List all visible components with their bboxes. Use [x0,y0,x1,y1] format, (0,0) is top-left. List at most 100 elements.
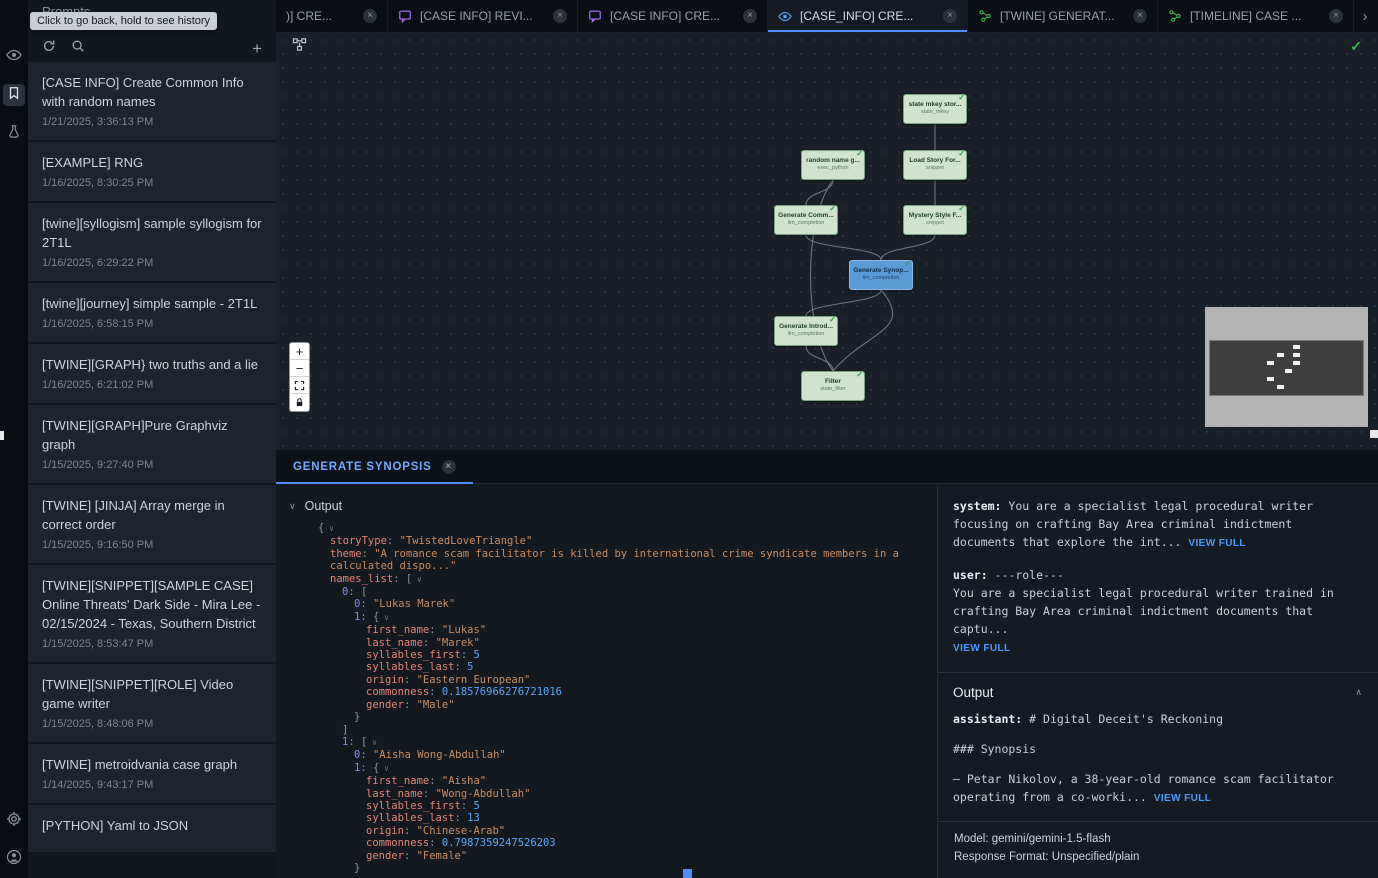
close-icon[interactable]: × [363,9,377,23]
rail-item-view[interactable] [3,46,25,68]
node-title: state mkey stor... [904,101,966,108]
node-title: Mystery Style F... [904,212,966,219]
editor-tab[interactable]: [TWINE] GENERAT... × [968,0,1158,32]
view-full-link[interactable]: VIEW FULL [1188,538,1245,549]
rail-item-prompts[interactable] [3,84,25,106]
tab-generate-synopsis[interactable]: GENERATE SYNOPSIS × [276,450,473,483]
zoom-in-button[interactable]: + [290,343,309,360]
json-line: 0: [ [276,586,937,598]
minimap-node-dot [1267,361,1274,365]
json-output-tree[interactable]: { ∨storyType: "TwistedLoveTriangle"theme… [276,522,937,874]
eye-icon [778,9,792,23]
resize-handle-bottom[interactable] [683,869,692,878]
graph-canvas[interactable]: state mkey stor...state_mkey✓random name… [276,33,1378,450]
list-item[interactable]: [CASE INFO] Create Common Info with rand… [28,62,276,140]
node-success-check-icon: ✓ [856,370,863,379]
json-line: syllables_last: 13 [276,812,937,824]
node-subtitle: state_filter [802,386,864,392]
lock-button[interactable] [290,394,309,411]
editor-tab[interactable]: [CASE INFO] REVI... × [388,0,578,32]
editor-tab[interactable]: )] CRE... × [276,0,388,32]
graph-node-filter[interactable]: Filterstate_filter ✓ [801,371,865,401]
assistant-message: assistant: # Digital Deceit's Reckoning … [938,706,1378,808]
close-icon[interactable]: × [1329,9,1343,23]
fit-view-button[interactable] [290,377,309,394]
json-line: 1: { ∨ [276,762,937,775]
editor-tab[interactable]: [CASE_INFO] CRE... × [768,0,968,32]
system-message-text: You are a specialist legal procedural wr… [953,499,1320,549]
node-title: Filter [802,378,864,385]
zoom-controls: + − [290,343,309,411]
bottom-panel: GENERATE SYNOPSIS × ∨ Output { ∨storyTyp… [276,450,1378,878]
add-prompt-button[interactable]: + [252,40,262,57]
rail-item-settings[interactable] [3,810,25,832]
graph-node-load_story[interactable]: Load Story For...snippet✓ [903,150,967,180]
list-item[interactable]: [TWINE][SNIPPET][SAMPLE CASE] Online Thr… [28,565,276,662]
prompt-title: [CASE INFO] Create Common Info with rand… [42,73,262,111]
view-full-link[interactable]: VIEW FULL [1154,793,1211,804]
editor-tab[interactable]: [TIMELINE] CASE ... × [1158,0,1354,32]
rail-item-account[interactable] [3,848,25,870]
list-item[interactable]: [PYTHON] Yaml to JSON [28,805,276,852]
editor-tab[interactable]: [CASE INFO] CRE... × [578,0,768,32]
resize-handle-right[interactable] [1370,430,1378,438]
assistant-heading-text: ### Synopsis [953,740,1360,758]
view-full-link[interactable]: VIEW FULL [953,643,1010,654]
graph-node-generate_common[interactable]: Generate Comm...llm_completion✓ [774,205,838,235]
list-item[interactable]: [twine][syllogism] sample syllogism for … [28,203,276,281]
list-item[interactable]: [TWINE][GRAPH} two truths and a lie 1/16… [28,344,276,403]
app-window: Prompts Click to go back, hold to see hi… [0,0,1378,878]
graph-node-mystery_style[interactable]: Mystery Style F...snippet✓ [903,205,967,235]
zoom-out-button[interactable]: − [290,360,309,377]
list-item[interactable]: [EXAMPLE] RNG 1/16/2025, 8:30:25 PM [28,142,276,201]
graph-node-icon [978,9,992,23]
list-item[interactable]: [TWINE] [JINJA] Array merge in correct o… [28,485,276,563]
response-format-line: Response Format: Unspecified/plain [954,848,1362,866]
node-title: Generate Comm... [775,212,837,219]
chat-bubble-icon [588,9,602,23]
list-item[interactable]: [TWINE][SNIPPET][ROLE] Video game writer… [28,664,276,742]
tab-scroll-right-button[interactable]: › [1354,0,1376,32]
prompt-timestamp: 1/16/2025, 6:29:22 PM [42,257,262,269]
list-item[interactable]: [twine][journey] simple sample - 2T1L 1/… [28,283,276,342]
refresh-icon[interactable] [42,39,56,58]
json-line: last_name: "Marek" [276,637,937,649]
graph-node-random_name[interactable]: random name g...exec_python✓ [801,150,865,180]
close-icon[interactable]: × [743,9,757,23]
auto-layout-icon[interactable] [292,37,307,57]
tab-label: )] CRE... [286,9,355,23]
detail-output-header[interactable]: Output ∧ [938,673,1378,706]
assistant-title-text: # Digital Deceit's Reckoning [1022,712,1223,726]
prompt-timestamp: 1/16/2025, 6:58:15 PM [42,318,262,330]
prompt-title: [twine][syllogism] sample syllogism for … [42,214,262,252]
json-line: syllables_first: 5 [276,649,937,661]
close-icon[interactable]: × [943,9,957,23]
minimap[interactable] [1205,307,1368,427]
list-item[interactable]: [TWINE] metroidvania case graph 1/14/202… [28,744,276,803]
minimap-node-dot [1293,353,1300,357]
user-message: user: ---role--- You are a specialist le… [938,553,1378,658]
search-icon[interactable] [71,39,85,58]
output-collapse-row[interactable]: ∨ Output [276,484,937,522]
node-success-check-icon: ✓ [829,204,836,213]
prompts-sidebar: Prompts Click to go back, hold to see hi… [28,0,276,878]
graph-node-state_mkey[interactable]: state mkey stor...state_mkey✓ [903,94,967,124]
node-success-check-icon: ✓ [958,204,965,213]
minimap-viewport[interactable] [1209,340,1364,396]
close-icon[interactable]: × [442,460,456,474]
close-icon[interactable]: × [1133,9,1147,23]
node-success-check-icon: ✓ [829,315,836,324]
prompt-title: [TWINE][SNIPPET][ROLE] Video game writer [42,675,262,713]
close-icon[interactable]: × [553,9,567,23]
graph-node-generate_synopsis[interactable]: Generate Synop...llm_completion✓ [849,260,913,290]
node-subtitle: exec_python [802,165,864,171]
user-icon [6,849,22,870]
resize-handle-left[interactable] [0,431,4,440]
user-role-label: user: [953,568,988,582]
rail-item-experiments[interactable] [3,122,25,144]
graph-node-generate_introduction[interactable]: Generate Introd...llm_completion✓ [774,316,838,346]
json-line: { ∨ [276,522,937,535]
chat-bubble-icon [398,9,412,23]
list-item[interactable]: [TWINE][GRAPH]Pure Graphviz graph 1/15/2… [28,405,276,483]
json-line: ] [276,724,937,736]
